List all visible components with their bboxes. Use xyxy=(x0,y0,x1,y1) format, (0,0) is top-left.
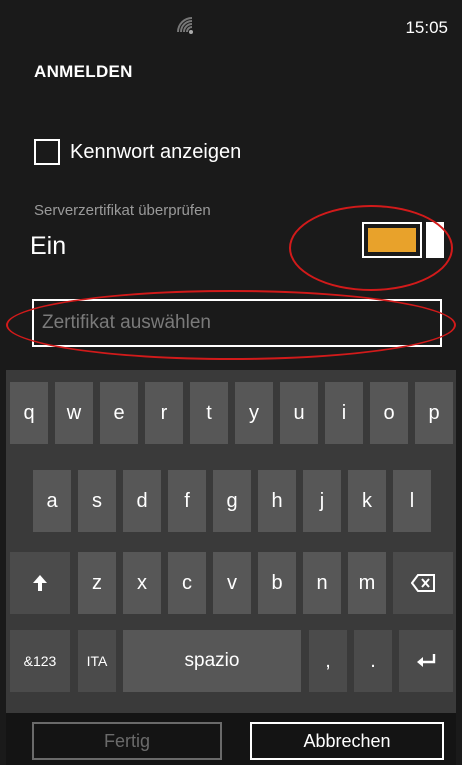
key-l[interactable]: l xyxy=(393,470,431,532)
key-x[interactable]: x xyxy=(123,552,161,614)
key-enter[interactable] xyxy=(399,630,453,692)
key-backspace[interactable] xyxy=(393,552,453,614)
server-cert-toggle[interactable] xyxy=(362,222,444,258)
key-v[interactable]: v xyxy=(213,552,251,614)
status-time: 15:05 xyxy=(405,18,448,37)
key-o[interactable]: o xyxy=(370,382,408,444)
screen: 15:05 ANMELDEN Kennwort anzeigen Serverz… xyxy=(6,0,456,765)
server-cert-state: Ein xyxy=(30,232,67,260)
certificate-input[interactable] xyxy=(34,301,440,345)
key-e[interactable]: e xyxy=(100,382,138,444)
show-password-checkbox[interactable] xyxy=(34,139,60,165)
cancel-button[interactable]: Abbrechen xyxy=(250,722,444,760)
key-q[interactable]: q xyxy=(10,382,48,444)
wifi-signal-icon xyxy=(177,17,193,34)
key-period[interactable]: . xyxy=(354,630,392,692)
on-screen-keyboard: q w e r t y u i o p a s d f g h j k l z … xyxy=(6,370,456,765)
action-bar: Fertig Abbrechen xyxy=(6,713,456,765)
key-r[interactable]: r xyxy=(145,382,183,444)
key-y[interactable]: y xyxy=(235,382,273,444)
shift-arrow-icon xyxy=(33,575,47,591)
key-space[interactable]: spazio xyxy=(123,630,301,692)
key-b[interactable]: b xyxy=(258,552,296,614)
done-button[interactable]: Fertig xyxy=(32,722,222,760)
key-k[interactable]: k xyxy=(348,470,386,532)
page-title: ANMELDEN xyxy=(34,62,133,81)
key-shift[interactable] xyxy=(10,552,70,614)
key-n[interactable]: n xyxy=(303,552,341,614)
server-cert-label: Serverzertifikat überprüfen xyxy=(34,202,211,219)
show-password-label: Kennwort anzeigen xyxy=(70,140,242,163)
key-f[interactable]: f xyxy=(168,470,206,532)
key-d[interactable]: d xyxy=(123,470,161,532)
key-a[interactable]: a xyxy=(33,470,71,532)
key-t[interactable]: t xyxy=(190,382,228,444)
key-p[interactable]: p xyxy=(415,382,453,444)
key-g[interactable]: g xyxy=(213,470,251,532)
status-bar: 15:05 xyxy=(6,0,456,44)
key-language[interactable]: ITA xyxy=(78,630,116,692)
key-comma[interactable]: , xyxy=(309,630,347,692)
key-z[interactable]: z xyxy=(78,552,116,614)
key-s[interactable]: s xyxy=(78,470,116,532)
backspace-icon xyxy=(411,574,435,592)
key-w[interactable]: w xyxy=(55,382,93,444)
show-password-option[interactable]: Kennwort anzeigen xyxy=(34,136,241,168)
key-h[interactable]: h xyxy=(258,470,296,532)
toggle-thumb[interactable] xyxy=(426,222,444,258)
key-symbols[interactable]: &123 xyxy=(10,630,70,692)
key-m[interactable]: m xyxy=(348,552,386,614)
key-i[interactable]: i xyxy=(325,382,363,444)
key-c[interactable]: c xyxy=(168,552,206,614)
enter-icon xyxy=(417,654,436,667)
certificate-field[interactable] xyxy=(32,299,442,347)
key-j[interactable]: j xyxy=(303,470,341,532)
toggle-fill xyxy=(368,228,416,252)
key-u[interactable]: u xyxy=(280,382,318,444)
